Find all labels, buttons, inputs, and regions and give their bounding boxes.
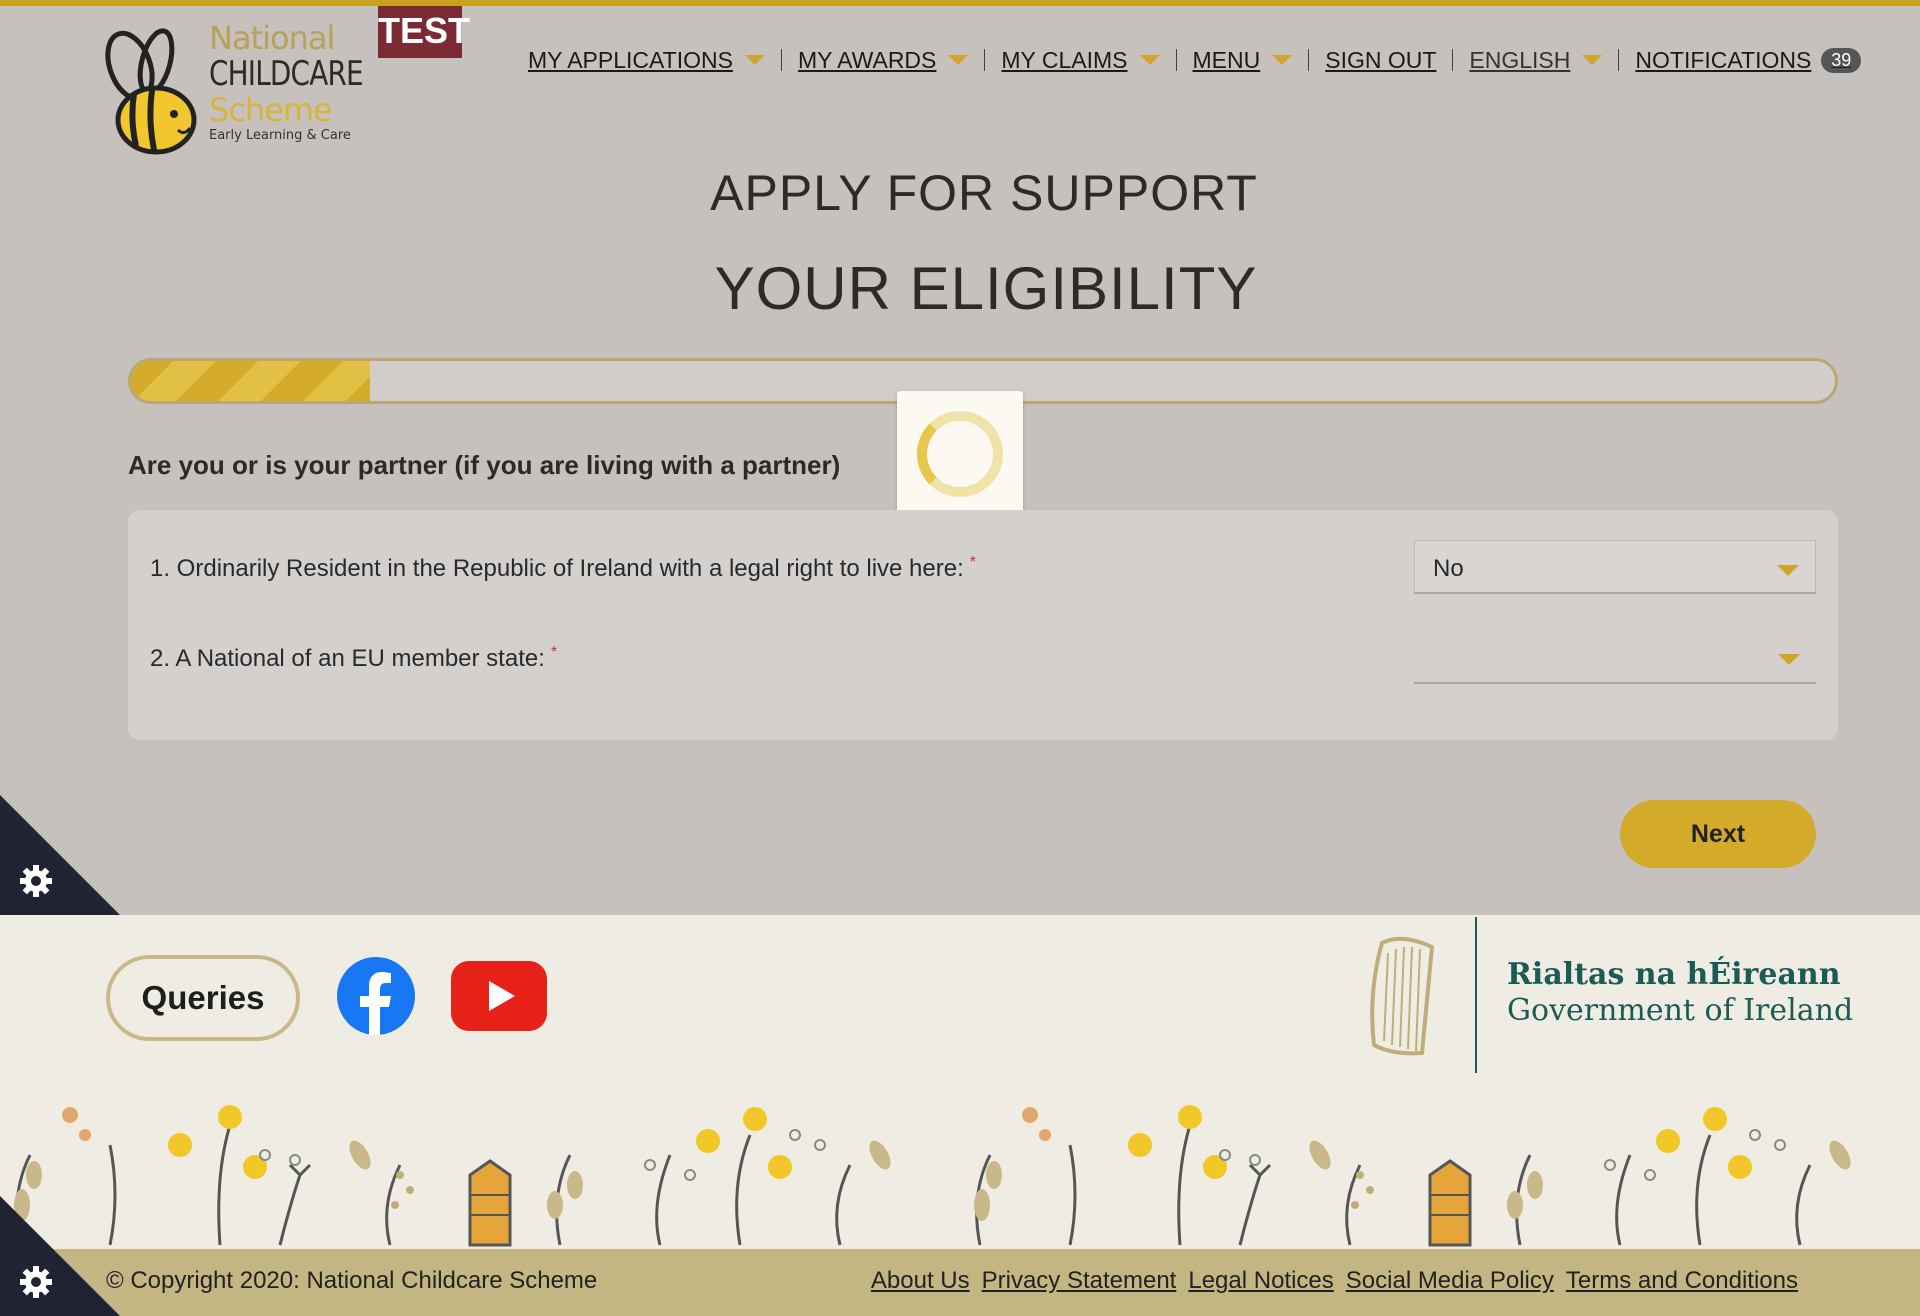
field-label-eu-national: 2. A National of an EU member state: *	[150, 644, 557, 673]
gear-icon	[20, 865, 52, 897]
spinner-icon	[917, 411, 1003, 497]
nav-label: MENU	[1192, 46, 1261, 73]
link-terms-and-conditions[interactable]: Terms and Conditions	[1566, 1267, 1798, 1295]
section-title: YOUR ELIGIBILITY	[714, 255, 1258, 322]
link-privacy-statement[interactable]: Privacy Statement	[982, 1267, 1177, 1295]
field-label-text: 2. A National of an EU member state:	[150, 645, 545, 672]
nav-my-claims[interactable]: MY CLAIMS	[1001, 46, 1160, 74]
chevron-down-icon	[1272, 55, 1293, 65]
nav-label: MY CLAIMS	[1001, 46, 1128, 73]
nav-divider	[1308, 49, 1310, 71]
resident-select-value: No	[1433, 555, 1464, 582]
chevron-down-icon	[1582, 55, 1603, 65]
nav-divider	[984, 49, 986, 71]
loading-overlay	[897, 391, 1023, 517]
copyright-text: © Copyright 2020: National Childcare Sch…	[106, 1267, 598, 1294]
eu-national-select[interactable]	[1414, 630, 1816, 684]
nav-menu[interactable]: MENU	[1193, 47, 1293, 74]
chevron-down-icon	[948, 55, 969, 65]
logo-line-tagline: Early Learning & Care	[209, 128, 351, 143]
link-social-media-policy[interactable]: Social Media Policy	[1346, 1267, 1554, 1295]
youtube-icon[interactable]	[451, 961, 547, 1031]
resident-select[interactable]: No	[1414, 540, 1816, 594]
nav-my-applications[interactable]: MY APPLICATIONS	[528, 47, 765, 74]
field-label-text: 1. Ordinarily Resident in the Republic o…	[150, 555, 964, 582]
gear-icon	[20, 1266, 52, 1298]
harp-icon	[1370, 936, 1435, 1056]
top-accent-line	[0, 0, 1920, 6]
nav-language[interactable]: ENGLISH	[1469, 46, 1603, 74]
chevron-down-icon	[744, 55, 765, 65]
footer-bottom-bar: © Copyright 2020: National Childcare Sch…	[0, 1249, 1920, 1316]
nav-label: MY APPLICATIONS	[528, 46, 733, 73]
flowers-decoration	[14, 1103, 1857, 1247]
required-marker: *	[969, 554, 976, 571]
notifications-count-badge: 39	[1821, 47, 1862, 73]
environment-badge: TEST	[378, 6, 470, 58]
page-title: APPLY FOR SUPPORT	[710, 165, 1258, 221]
nav-divider	[1618, 49, 1620, 71]
nav-label: MY AWARDS	[797, 46, 937, 73]
next-button[interactable]: Next	[1620, 800, 1816, 868]
queries-button[interactable]: Queries	[106, 955, 300, 1041]
link-legal-notices[interactable]: Legal Notices	[1188, 1267, 1333, 1295]
nav-label: ENGLISH	[1469, 46, 1571, 73]
field-label-resident: 1. Ordinarily Resident in the Republic o…	[150, 554, 976, 583]
nav-divider	[780, 49, 782, 71]
nav-divider	[1175, 49, 1177, 71]
logo-line-scheme: Scheme	[209, 91, 333, 129]
facebook-icon[interactable]	[337, 957, 415, 1035]
gov-english-name: Government of Ireland	[1507, 993, 1854, 1028]
nav-label: NOTIFICATIONS	[1635, 46, 1812, 73]
question-heading: Are you or is your partner (if you are l…	[128, 450, 841, 480]
logo-line-national: National	[209, 19, 335, 57]
footer-links: About Us Privacy Statement Legal Notices…	[871, 1267, 1798, 1295]
logo-line-childcare: CHILDCARE	[209, 54, 364, 94]
progress-fill	[131, 361, 370, 401]
logo-wordmark: National CHILDCARE Scheme Early Learning…	[209, 19, 364, 144]
required-marker: *	[550, 644, 558, 661]
nav-my-awards[interactable]: MY AWARDS	[797, 46, 969, 74]
main-nav: MY APPLICATIONS MY AWARDS MY CLAIMS MENU…	[528, 40, 1862, 80]
chevron-down-icon	[1778, 654, 1800, 665]
gov-divider	[1475, 917, 1477, 1073]
chevron-down-icon	[1139, 55, 1160, 65]
nav-sign-out[interactable]: SIGN OUT	[1325, 47, 1436, 74]
nav-notifications[interactable]: NOTIFICATIONS 39	[1635, 46, 1862, 74]
eligibility-panel: 1. Ordinarily Resident in the Republic o…	[128, 510, 1838, 740]
nav-divider	[1452, 49, 1454, 71]
chevron-down-icon	[1777, 565, 1799, 576]
cookie-settings-corner[interactable]	[0, 795, 120, 915]
footer: Queries Rialtas na hÉireann Government o…	[0, 915, 1920, 1316]
link-about-us[interactable]: About Us	[871, 1267, 970, 1295]
gov-irish-name: Rialtas na hÉireann	[1507, 957, 1841, 992]
